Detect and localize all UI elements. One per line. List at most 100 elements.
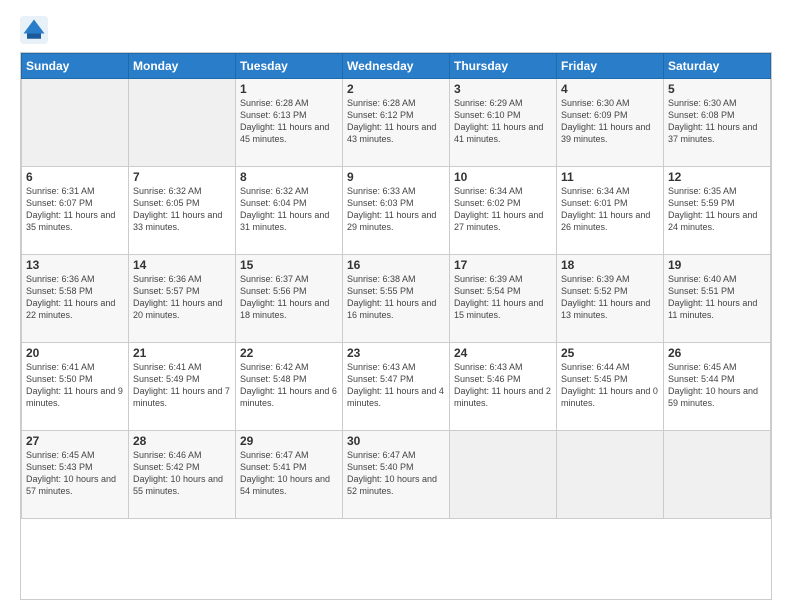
day-number: 5 (668, 82, 766, 96)
day-info: Sunrise: 6:28 AMSunset: 6:12 PMDaylight:… (347, 97, 445, 146)
page: SundayMondayTuesdayWednesdayThursdayFrid… (0, 0, 792, 612)
day-info: Sunrise: 6:43 AMSunset: 5:46 PMDaylight:… (454, 361, 552, 410)
day-header-sunday: Sunday (22, 54, 129, 79)
calendar-table: SundayMondayTuesdayWednesdayThursdayFrid… (21, 53, 771, 519)
day-info: Sunrise: 6:32 AMSunset: 6:05 PMDaylight:… (133, 185, 231, 234)
day-number: 6 (26, 170, 124, 184)
calendar-cell: 22Sunrise: 6:42 AMSunset: 5:48 PMDayligh… (236, 343, 343, 431)
calendar-cell (557, 431, 664, 519)
calendar-cell: 9Sunrise: 6:33 AMSunset: 6:03 PMDaylight… (343, 167, 450, 255)
day-number: 12 (668, 170, 766, 184)
day-number: 16 (347, 258, 445, 272)
day-number: 25 (561, 346, 659, 360)
day-number: 19 (668, 258, 766, 272)
calendar-cell: 6Sunrise: 6:31 AMSunset: 6:07 PMDaylight… (22, 167, 129, 255)
day-number: 27 (26, 434, 124, 448)
day-number: 1 (240, 82, 338, 96)
calendar-cell: 29Sunrise: 6:47 AMSunset: 5:41 PMDayligh… (236, 431, 343, 519)
calendar-header: SundayMondayTuesdayWednesdayThursdayFrid… (22, 54, 771, 79)
calendar-cell: 1Sunrise: 6:28 AMSunset: 6:13 PMDaylight… (236, 79, 343, 167)
day-number: 24 (454, 346, 552, 360)
calendar-cell (22, 79, 129, 167)
day-number: 28 (133, 434, 231, 448)
calendar-cell: 24Sunrise: 6:43 AMSunset: 5:46 PMDayligh… (450, 343, 557, 431)
day-info: Sunrise: 6:41 AMSunset: 5:50 PMDaylight:… (26, 361, 124, 410)
calendar-cell: 7Sunrise: 6:32 AMSunset: 6:05 PMDaylight… (129, 167, 236, 255)
day-info: Sunrise: 6:47 AMSunset: 5:40 PMDaylight:… (347, 449, 445, 498)
day-number: 30 (347, 434, 445, 448)
day-number: 9 (347, 170, 445, 184)
header-row: SundayMondayTuesdayWednesdayThursdayFrid… (22, 54, 771, 79)
calendar-cell: 27Sunrise: 6:45 AMSunset: 5:43 PMDayligh… (22, 431, 129, 519)
day-info: Sunrise: 6:33 AMSunset: 6:03 PMDaylight:… (347, 185, 445, 234)
day-number: 20 (26, 346, 124, 360)
calendar-cell: 18Sunrise: 6:39 AMSunset: 5:52 PMDayligh… (557, 255, 664, 343)
day-info: Sunrise: 6:44 AMSunset: 5:45 PMDaylight:… (561, 361, 659, 410)
day-number: 17 (454, 258, 552, 272)
calendar-cell: 30Sunrise: 6:47 AMSunset: 5:40 PMDayligh… (343, 431, 450, 519)
week-row-1: 1Sunrise: 6:28 AMSunset: 6:13 PMDaylight… (22, 79, 771, 167)
calendar-cell: 26Sunrise: 6:45 AMSunset: 5:44 PMDayligh… (664, 343, 771, 431)
day-number: 10 (454, 170, 552, 184)
day-number: 11 (561, 170, 659, 184)
day-info: Sunrise: 6:32 AMSunset: 6:04 PMDaylight:… (240, 185, 338, 234)
day-info: Sunrise: 6:30 AMSunset: 6:09 PMDaylight:… (561, 97, 659, 146)
day-header-friday: Friday (557, 54, 664, 79)
day-info: Sunrise: 6:36 AMSunset: 5:57 PMDaylight:… (133, 273, 231, 322)
week-row-5: 27Sunrise: 6:45 AMSunset: 5:43 PMDayligh… (22, 431, 771, 519)
day-header-saturday: Saturday (664, 54, 771, 79)
day-info: Sunrise: 6:38 AMSunset: 5:55 PMDaylight:… (347, 273, 445, 322)
calendar-cell: 5Sunrise: 6:30 AMSunset: 6:08 PMDaylight… (664, 79, 771, 167)
calendar-cell: 3Sunrise: 6:29 AMSunset: 6:10 PMDaylight… (450, 79, 557, 167)
day-header-thursday: Thursday (450, 54, 557, 79)
day-info: Sunrise: 6:47 AMSunset: 5:41 PMDaylight:… (240, 449, 338, 498)
day-number: 4 (561, 82, 659, 96)
logo (20, 16, 52, 44)
day-number: 14 (133, 258, 231, 272)
calendar-cell (664, 431, 771, 519)
calendar: SundayMondayTuesdayWednesdayThursdayFrid… (20, 52, 772, 600)
day-info: Sunrise: 6:31 AMSunset: 6:07 PMDaylight:… (26, 185, 124, 234)
day-number: 29 (240, 434, 338, 448)
day-info: Sunrise: 6:46 AMSunset: 5:42 PMDaylight:… (133, 449, 231, 498)
week-row-4: 20Sunrise: 6:41 AMSunset: 5:50 PMDayligh… (22, 343, 771, 431)
day-info: Sunrise: 6:41 AMSunset: 5:49 PMDaylight:… (133, 361, 231, 410)
day-info: Sunrise: 6:37 AMSunset: 5:56 PMDaylight:… (240, 273, 338, 322)
calendar-cell: 11Sunrise: 6:34 AMSunset: 6:01 PMDayligh… (557, 167, 664, 255)
day-info: Sunrise: 6:29 AMSunset: 6:10 PMDaylight:… (454, 97, 552, 146)
day-number: 3 (454, 82, 552, 96)
calendar-cell: 13Sunrise: 6:36 AMSunset: 5:58 PMDayligh… (22, 255, 129, 343)
day-number: 8 (240, 170, 338, 184)
day-info: Sunrise: 6:36 AMSunset: 5:58 PMDaylight:… (26, 273, 124, 322)
calendar-cell: 16Sunrise: 6:38 AMSunset: 5:55 PMDayligh… (343, 255, 450, 343)
day-header-wednesday: Wednesday (343, 54, 450, 79)
calendar-cell: 17Sunrise: 6:39 AMSunset: 5:54 PMDayligh… (450, 255, 557, 343)
day-info: Sunrise: 6:45 AMSunset: 5:43 PMDaylight:… (26, 449, 124, 498)
calendar-cell: 8Sunrise: 6:32 AMSunset: 6:04 PMDaylight… (236, 167, 343, 255)
calendar-cell (129, 79, 236, 167)
day-info: Sunrise: 6:34 AMSunset: 6:02 PMDaylight:… (454, 185, 552, 234)
day-info: Sunrise: 6:42 AMSunset: 5:48 PMDaylight:… (240, 361, 338, 410)
day-number: 22 (240, 346, 338, 360)
calendar-cell: 12Sunrise: 6:35 AMSunset: 5:59 PMDayligh… (664, 167, 771, 255)
day-header-monday: Monday (129, 54, 236, 79)
header (20, 16, 772, 44)
day-number: 23 (347, 346, 445, 360)
day-info: Sunrise: 6:28 AMSunset: 6:13 PMDaylight:… (240, 97, 338, 146)
day-info: Sunrise: 6:34 AMSunset: 6:01 PMDaylight:… (561, 185, 659, 234)
calendar-cell (450, 431, 557, 519)
day-header-tuesday: Tuesday (236, 54, 343, 79)
day-number: 7 (133, 170, 231, 184)
calendar-cell: 14Sunrise: 6:36 AMSunset: 5:57 PMDayligh… (129, 255, 236, 343)
day-number: 13 (26, 258, 124, 272)
day-info: Sunrise: 6:45 AMSunset: 5:44 PMDaylight:… (668, 361, 766, 410)
day-number: 15 (240, 258, 338, 272)
logo-icon (20, 16, 48, 44)
calendar-cell: 4Sunrise: 6:30 AMSunset: 6:09 PMDaylight… (557, 79, 664, 167)
day-info: Sunrise: 6:43 AMSunset: 5:47 PMDaylight:… (347, 361, 445, 410)
day-info: Sunrise: 6:30 AMSunset: 6:08 PMDaylight:… (668, 97, 766, 146)
calendar-cell: 23Sunrise: 6:43 AMSunset: 5:47 PMDayligh… (343, 343, 450, 431)
calendar-cell: 15Sunrise: 6:37 AMSunset: 5:56 PMDayligh… (236, 255, 343, 343)
day-number: 18 (561, 258, 659, 272)
day-info: Sunrise: 6:39 AMSunset: 5:54 PMDaylight:… (454, 273, 552, 322)
